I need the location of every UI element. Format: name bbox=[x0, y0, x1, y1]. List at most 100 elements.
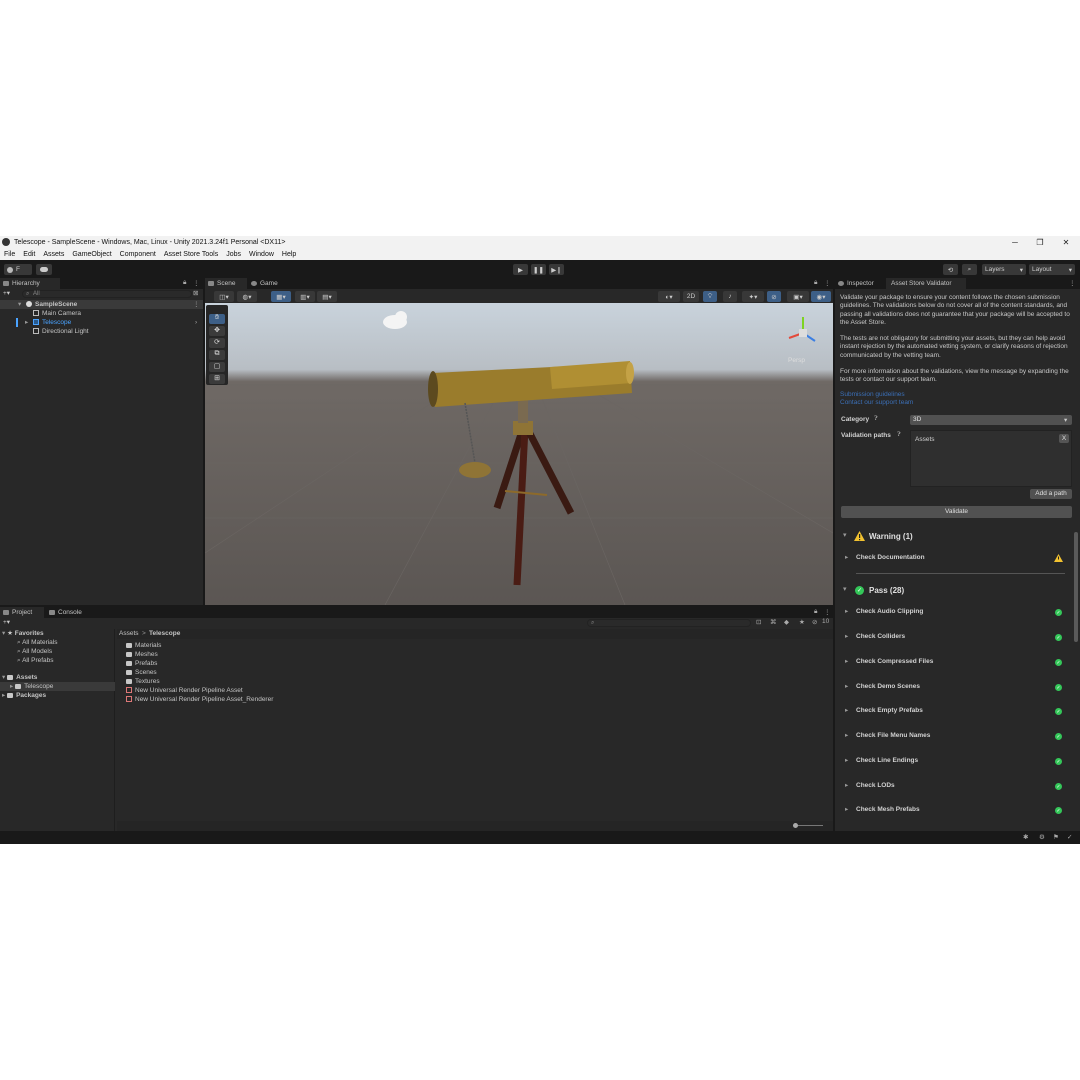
pause-button[interactable]: ❚❚ bbox=[531, 264, 546, 275]
hierarchy-item-telescope[interactable]: ▸ Telescope › bbox=[0, 318, 203, 327]
menu-edit[interactable]: Edit bbox=[19, 251, 39, 258]
submission-guidelines-link[interactable]: Submission guidelines bbox=[840, 391, 1076, 399]
search-by-label-icon[interactable]: ⌘ bbox=[770, 618, 777, 626]
project-search-input[interactable]: ⌕ bbox=[587, 619, 751, 627]
tag-icon[interactable]: ◆ bbox=[784, 618, 789, 626]
snap-dropdown[interactable]: ▥▾ bbox=[295, 291, 315, 302]
rotate-tool-button[interactable]: ⟳ bbox=[209, 338, 225, 348]
layers-dropdown[interactable]: Layers ▾ bbox=[982, 264, 1026, 275]
menu-help[interactable]: Help bbox=[278, 251, 300, 258]
hidden-packages-icon[interactable]: ⊘ bbox=[812, 618, 817, 626]
more-menu-icon[interactable]: ⋮ bbox=[824, 279, 831, 287]
add-path-button[interactable]: Add a path bbox=[1030, 489, 1072, 499]
maximize-button[interactable]: ❐ bbox=[1027, 236, 1053, 248]
pass-item-check-empty-prefabs[interactable]: ▸ Check Empty Prefabs bbox=[845, 705, 923, 717]
warning-header[interactable]: Warning (1) bbox=[869, 532, 913, 541]
contact-support-link[interactable]: Contact our support team bbox=[840, 399, 1076, 407]
favorite-icon[interactable]: ★ bbox=[799, 618, 805, 626]
persp-label[interactable]: Persp bbox=[788, 357, 805, 364]
tab-console[interactable]: Console bbox=[46, 607, 90, 618]
account-dropdown[interactable]: F bbox=[4, 264, 32, 275]
rect-tool-button[interactable]: ▢ bbox=[209, 362, 225, 372]
menu-file[interactable]: File bbox=[0, 251, 19, 258]
tab-project[interactable]: Project bbox=[0, 607, 44, 618]
pass-item-check-compressed-files[interactable]: ▸ Check Compressed Files bbox=[845, 656, 933, 668]
menu-window[interactable]: Window bbox=[245, 251, 278, 258]
assets-telescope-row[interactable]: ▸ Telescope bbox=[0, 682, 115, 691]
warning-item-check-documentation[interactable]: ▸ Check Documentation bbox=[845, 552, 925, 564]
list-item[interactable]: New Universal Render Pipeline Asset_Rend… bbox=[126, 695, 273, 704]
breadcrumb-telescope[interactable]: Telescope bbox=[149, 630, 180, 637]
category-dropdown[interactable]: 3D ▾ bbox=[910, 415, 1072, 425]
assets-row[interactable]: ▾ Assets bbox=[2, 673, 37, 682]
add-icon[interactable]: +▾ bbox=[3, 618, 10, 626]
hierarchy-search-input[interactable]: ⌕ All bbox=[22, 290, 192, 298]
remove-path-button[interactable]: X bbox=[1059, 434, 1069, 443]
bug-icon[interactable]: ✱ bbox=[1023, 833, 1028, 841]
favorites-row[interactable]: ▾ ★ Favorites bbox=[2, 629, 44, 638]
list-item[interactable]: Prefabs bbox=[126, 659, 157, 668]
hierarchy-item-main-camera[interactable]: Main Camera bbox=[33, 309, 81, 318]
gizmos-dropdown[interactable]: ◉▾ bbox=[811, 291, 831, 302]
list-item[interactable]: New Universal Render Pipeline Asset bbox=[126, 686, 243, 695]
tab-hierarchy[interactable]: Hierarchy bbox=[0, 278, 60, 289]
validate-button[interactable]: Validate bbox=[841, 506, 1072, 518]
lock-icon[interactable]: 🔒︎ bbox=[183, 279, 186, 287]
transform-tool-button[interactable]: ⊞ bbox=[209, 374, 225, 384]
validator-scrollbar[interactable] bbox=[1074, 532, 1078, 642]
scene-view-viewport[interactable]: ✋︎ ✥ ⟳ ⧉ ▢ ⊞ Persp bbox=[205, 303, 833, 605]
draw-mode-dropdown[interactable]: ◫▾ bbox=[214, 291, 234, 302]
camera-dropdown[interactable]: ▣▾ bbox=[787, 291, 809, 302]
help-icon[interactable]: ❓︎ bbox=[874, 416, 878, 423]
pass-header[interactable]: Pass (28) bbox=[869, 586, 904, 595]
audio-toggle[interactable]: ♪ bbox=[723, 291, 737, 302]
menu-asset-store-tools[interactable]: Asset Store Tools bbox=[160, 251, 222, 258]
move-tool-button[interactable]: ✥ bbox=[209, 326, 225, 336]
tab-scene[interactable]: Scene bbox=[205, 278, 247, 289]
favorite-all-materials[interactable]: ⌕ All Materials bbox=[17, 638, 58, 647]
menu-assets[interactable]: Assets bbox=[39, 251, 68, 258]
zoom-slider-handle[interactable] bbox=[793, 823, 798, 828]
close-button[interactable]: ✕ bbox=[1053, 236, 1079, 248]
visibility-toggle[interactable]: ⊘ bbox=[767, 291, 781, 302]
tab-game[interactable]: Game bbox=[248, 278, 288, 289]
toggle-2d-button[interactable]: 2D bbox=[683, 291, 699, 302]
menu-gameobject[interactable]: GameObject bbox=[68, 251, 115, 258]
check-icon[interactable]: ✓ bbox=[1067, 833, 1072, 841]
breadcrumb-assets[interactable]: Assets bbox=[119, 630, 139, 637]
scale-tool-button[interactable]: ⧉ bbox=[209, 350, 225, 360]
cloud-button[interactable] bbox=[36, 264, 52, 275]
add-icon[interactable]: +▾ bbox=[3, 289, 10, 297]
menu-jobs[interactable]: Jobs bbox=[222, 251, 245, 258]
pass-item-check-demo-scenes[interactable]: ▸ Check Demo Scenes bbox=[845, 681, 920, 693]
menu-component[interactable]: Component bbox=[116, 251, 160, 258]
tab-inspector[interactable]: Inspector bbox=[835, 278, 885, 289]
search-by-type-icon[interactable]: ⊡ bbox=[756, 618, 761, 626]
more-menu-icon[interactable]: ⋮ bbox=[193, 279, 200, 287]
history-button[interactable]: ⟲ bbox=[943, 264, 958, 275]
favorite-all-prefabs[interactable]: ⌕ All Prefabs bbox=[17, 656, 54, 665]
hierarchy-scene-row[interactable]: ▾ SampleScene ⋮ bbox=[0, 300, 203, 309]
progress-icon[interactable]: ⚑ bbox=[1053, 833, 1059, 841]
minimize-button[interactable]: ─ bbox=[1002, 236, 1028, 248]
chevron-down-icon[interactable]: ▾ bbox=[843, 531, 847, 539]
hierarchy-item-directional-light[interactable]: Directional Light bbox=[33, 327, 89, 336]
lighting-dropdown[interactable]: ◐▾ bbox=[658, 291, 680, 302]
increment-snap-dropdown[interactable]: ▤▾ bbox=[317, 291, 337, 302]
pass-item-check-audio-clipping[interactable]: ▸ Check Audio Clipping bbox=[845, 606, 923, 618]
pass-item-check-file-menu-names[interactable]: ▸ Check File Menu Names bbox=[845, 730, 930, 742]
step-button[interactable]: ▶❙ bbox=[549, 264, 564, 275]
play-button[interactable]: ▶ bbox=[513, 264, 528, 275]
lock-icon[interactable]: 🔒︎ bbox=[814, 608, 817, 616]
list-item[interactable]: Materials bbox=[126, 641, 161, 650]
tab-asset-store-validator[interactable]: Asset Store Validator bbox=[886, 278, 966, 289]
packages-row[interactable]: ▸ Packages bbox=[2, 691, 46, 700]
path-item-assets[interactable]: Assets bbox=[915, 436, 935, 443]
pass-item-check-colliders[interactable]: ▸ Check Colliders bbox=[845, 631, 905, 643]
hand-tool-button[interactable]: ✋︎ bbox=[209, 314, 225, 324]
pass-item-check-lods[interactable]: ▸ Check LODs bbox=[845, 780, 895, 792]
grid-toggle[interactable]: ▦▾ bbox=[271, 291, 291, 302]
list-item[interactable]: Meshes bbox=[126, 650, 158, 659]
more-menu-icon[interactable]: ⋮ bbox=[824, 608, 831, 616]
layout-dropdown[interactable]: Layout ▾ bbox=[1029, 264, 1075, 275]
